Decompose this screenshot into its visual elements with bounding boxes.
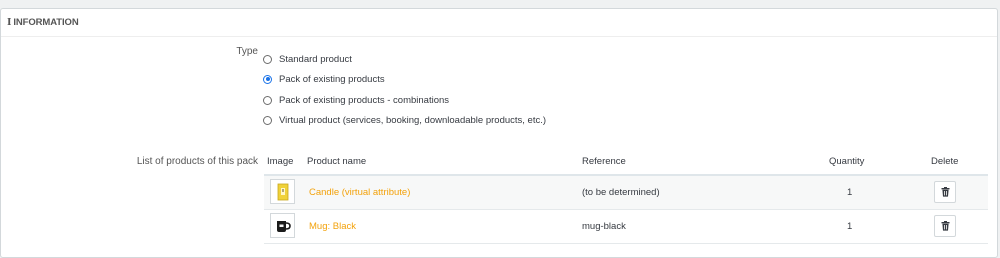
radio-button[interactable] [263, 115, 272, 125]
radio-button-checked[interactable] [263, 74, 272, 84]
delete-button[interactable] [934, 181, 956, 203]
radio-virtual-product[interactable]: Virtual product (services, booking, down… [263, 113, 546, 127]
radio-button[interactable] [263, 54, 272, 64]
trash-icon [941, 221, 949, 231]
panel-heading: i INFORMATION [1, 9, 997, 37]
column-header-delete: Delete [931, 156, 959, 167]
pack-products-table: Image Product name Reference Quantity De… [264, 152, 988, 244]
pack-list-label: List of products of this pack [136, 156, 258, 167]
product-quantity: 1 [847, 187, 853, 198]
product-reference: (to be determined) [582, 187, 660, 198]
radio-pack-combinations[interactable]: Pack of existing products - combinations [263, 93, 449, 107]
column-header-image: Image [267, 156, 294, 167]
product-thumbnail [270, 179, 295, 204]
type-label: Type [236, 46, 258, 57]
radio-label: Pack of existing products [279, 73, 385, 85]
column-header-reference: Reference [582, 156, 626, 167]
delete-button[interactable] [934, 215, 956, 237]
product-name-link[interactable]: Mug: Black [309, 210, 356, 243]
mug-icon [276, 220, 291, 232]
radio-label: Virtual product (services, booking, down… [279, 114, 547, 126]
radio-button[interactable] [263, 95, 272, 105]
panel-heading-title: INFORMATION [13, 17, 79, 28]
table-row: Mug: Black mug-black 1 [264, 210, 988, 244]
column-header-product-name: Product name [307, 156, 367, 167]
trash-icon [941, 187, 949, 197]
radio-label: Pack of existing products - combinations [279, 94, 450, 106]
info-icon: i [7, 17, 12, 28]
radio-pack-existing-products[interactable]: Pack of existing products [263, 72, 385, 86]
product-name-link[interactable]: Candle (virtual attribute) [309, 176, 410, 209]
table-header: Image Product name Reference Quantity De… [264, 152, 988, 176]
product-reference: mug-black [582, 221, 626, 232]
product-thumbnail [270, 213, 295, 238]
column-header-quantity: Quantity [829, 156, 865, 167]
radio-standard-product[interactable]: Standard product [263, 52, 352, 66]
table-row: Candle (virtual attribute) (to be determ… [264, 176, 988, 210]
radio-label: Standard product [279, 53, 352, 65]
candle-icon [277, 183, 288, 200]
product-quantity: 1 [847, 221, 853, 232]
